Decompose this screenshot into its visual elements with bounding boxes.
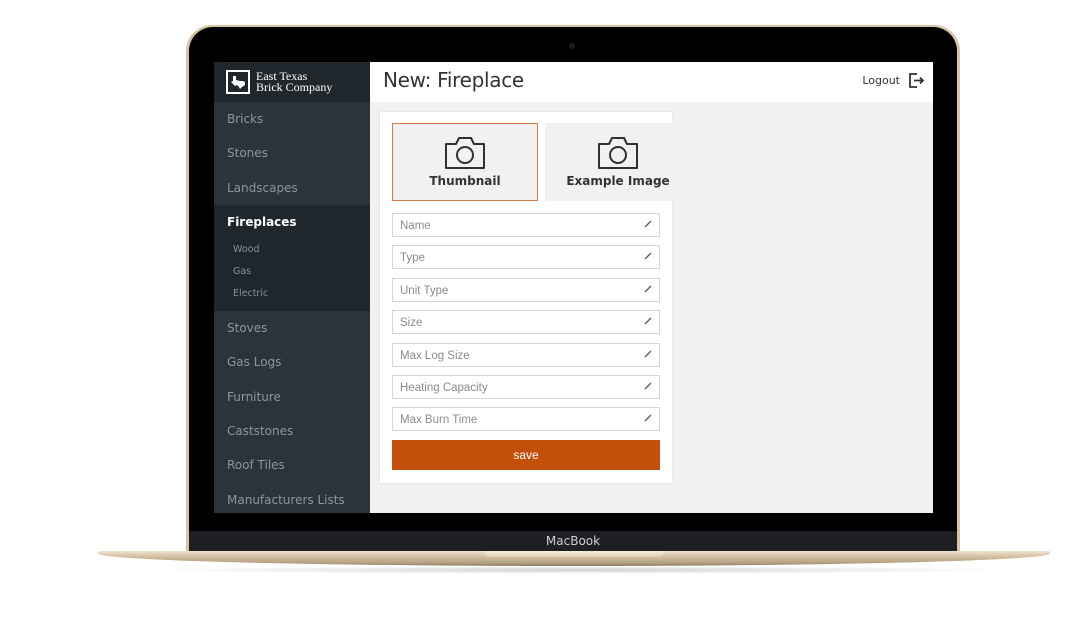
form-fields bbox=[392, 213, 660, 440]
sidebar-item-bricks[interactable]: Bricks bbox=[214, 102, 370, 136]
header: New: Fireplace Logout bbox=[370, 62, 933, 102]
save-button[interactable]: save bbox=[392, 440, 660, 470]
logo[interactable]: East Texas Brick Company bbox=[214, 62, 370, 102]
max-burn-time-field bbox=[392, 407, 660, 432]
pencil-icon bbox=[644, 285, 652, 293]
sidebar-item-stoves[interactable]: Stoves bbox=[214, 311, 370, 345]
sidebar-subitem-electric[interactable]: Electric bbox=[214, 283, 370, 305]
logo-text: East Texas Brick Company bbox=[256, 70, 333, 94]
pencil-icon bbox=[644, 414, 652, 422]
unit-type-field bbox=[392, 277, 660, 302]
sidebar-item-stones[interactable]: Stones bbox=[214, 136, 370, 170]
example-image-upload[interactable]: Example Image bbox=[545, 123, 691, 201]
size-input[interactable] bbox=[393, 313, 630, 334]
camera-icon bbox=[598, 137, 638, 169]
pencil-icon bbox=[644, 252, 652, 260]
thumbnail-upload[interactable]: Thumbnail bbox=[392, 123, 538, 201]
type-field bbox=[392, 245, 660, 270]
logout-label: Logout bbox=[862, 74, 900, 87]
pencil-icon bbox=[644, 382, 652, 390]
fireplace-form: Thumbnail Example Image Name Type Unit T… bbox=[380, 112, 691, 483]
max-log-size-field bbox=[392, 342, 660, 367]
logout-icon bbox=[909, 73, 925, 88]
example-image-label: Example Image bbox=[566, 174, 670, 188]
texas-map-icon bbox=[226, 70, 250, 94]
type-input[interactable] bbox=[393, 248, 630, 269]
pencil-icon bbox=[644, 317, 652, 325]
screen: East Texas Brick Company Bricks Stones L… bbox=[214, 62, 933, 513]
laptop-hinge-notch bbox=[484, 551, 664, 557]
sidebar-item-landscapes[interactable]: Landscapes bbox=[214, 171, 370, 205]
sidebar-item-fireplaces[interactable]: Fireplaces bbox=[214, 205, 370, 239]
sidebar-item-manufacturers-lists[interactable]: Manufacturers Lists bbox=[214, 482, 370, 513]
logo-line2: Brick Company bbox=[256, 80, 333, 94]
laptop-shadow bbox=[140, 566, 1020, 574]
sidebar-item-furniture[interactable]: Furniture bbox=[214, 379, 370, 413]
max-burn-time-input[interactable] bbox=[393, 410, 630, 431]
max-log-size-input[interactable] bbox=[393, 345, 630, 366]
pencil-icon bbox=[644, 220, 652, 228]
sidebar-item-roof-tiles[interactable]: Roof Tiles bbox=[214, 448, 370, 482]
name-input[interactable] bbox=[393, 216, 630, 236]
heating-capacity-field bbox=[392, 374, 660, 399]
name-field bbox=[392, 213, 660, 237]
heating-capacity-input[interactable] bbox=[393, 377, 630, 398]
size-field bbox=[392, 310, 660, 335]
thumbnail-label: Thumbnail bbox=[429, 174, 501, 188]
sidebar-group-fireplaces: Fireplaces Wood Gas Electric bbox=[214, 204, 370, 311]
camera-icon bbox=[445, 137, 485, 169]
webcam bbox=[569, 43, 575, 49]
sidebar: East Texas Brick Company Bricks Stones L… bbox=[214, 62, 370, 513]
pencil-icon bbox=[644, 350, 652, 358]
page-title: New: Fireplace bbox=[383, 68, 524, 92]
sidebar-subitem-wood[interactable]: Wood bbox=[214, 239, 370, 261]
logout-button[interactable]: Logout bbox=[862, 72, 925, 89]
sidebar-item-gas-logs[interactable]: Gas Logs bbox=[214, 345, 370, 379]
unit-type-input[interactable] bbox=[393, 280, 630, 301]
image-upload-row: Thumbnail Example Image bbox=[392, 123, 691, 201]
sidebar-subitem-gas[interactable]: Gas bbox=[214, 261, 370, 283]
device-brand-label: MacBook bbox=[545, 534, 601, 548]
sidebar-item-caststones[interactable]: Caststones bbox=[214, 414, 370, 448]
